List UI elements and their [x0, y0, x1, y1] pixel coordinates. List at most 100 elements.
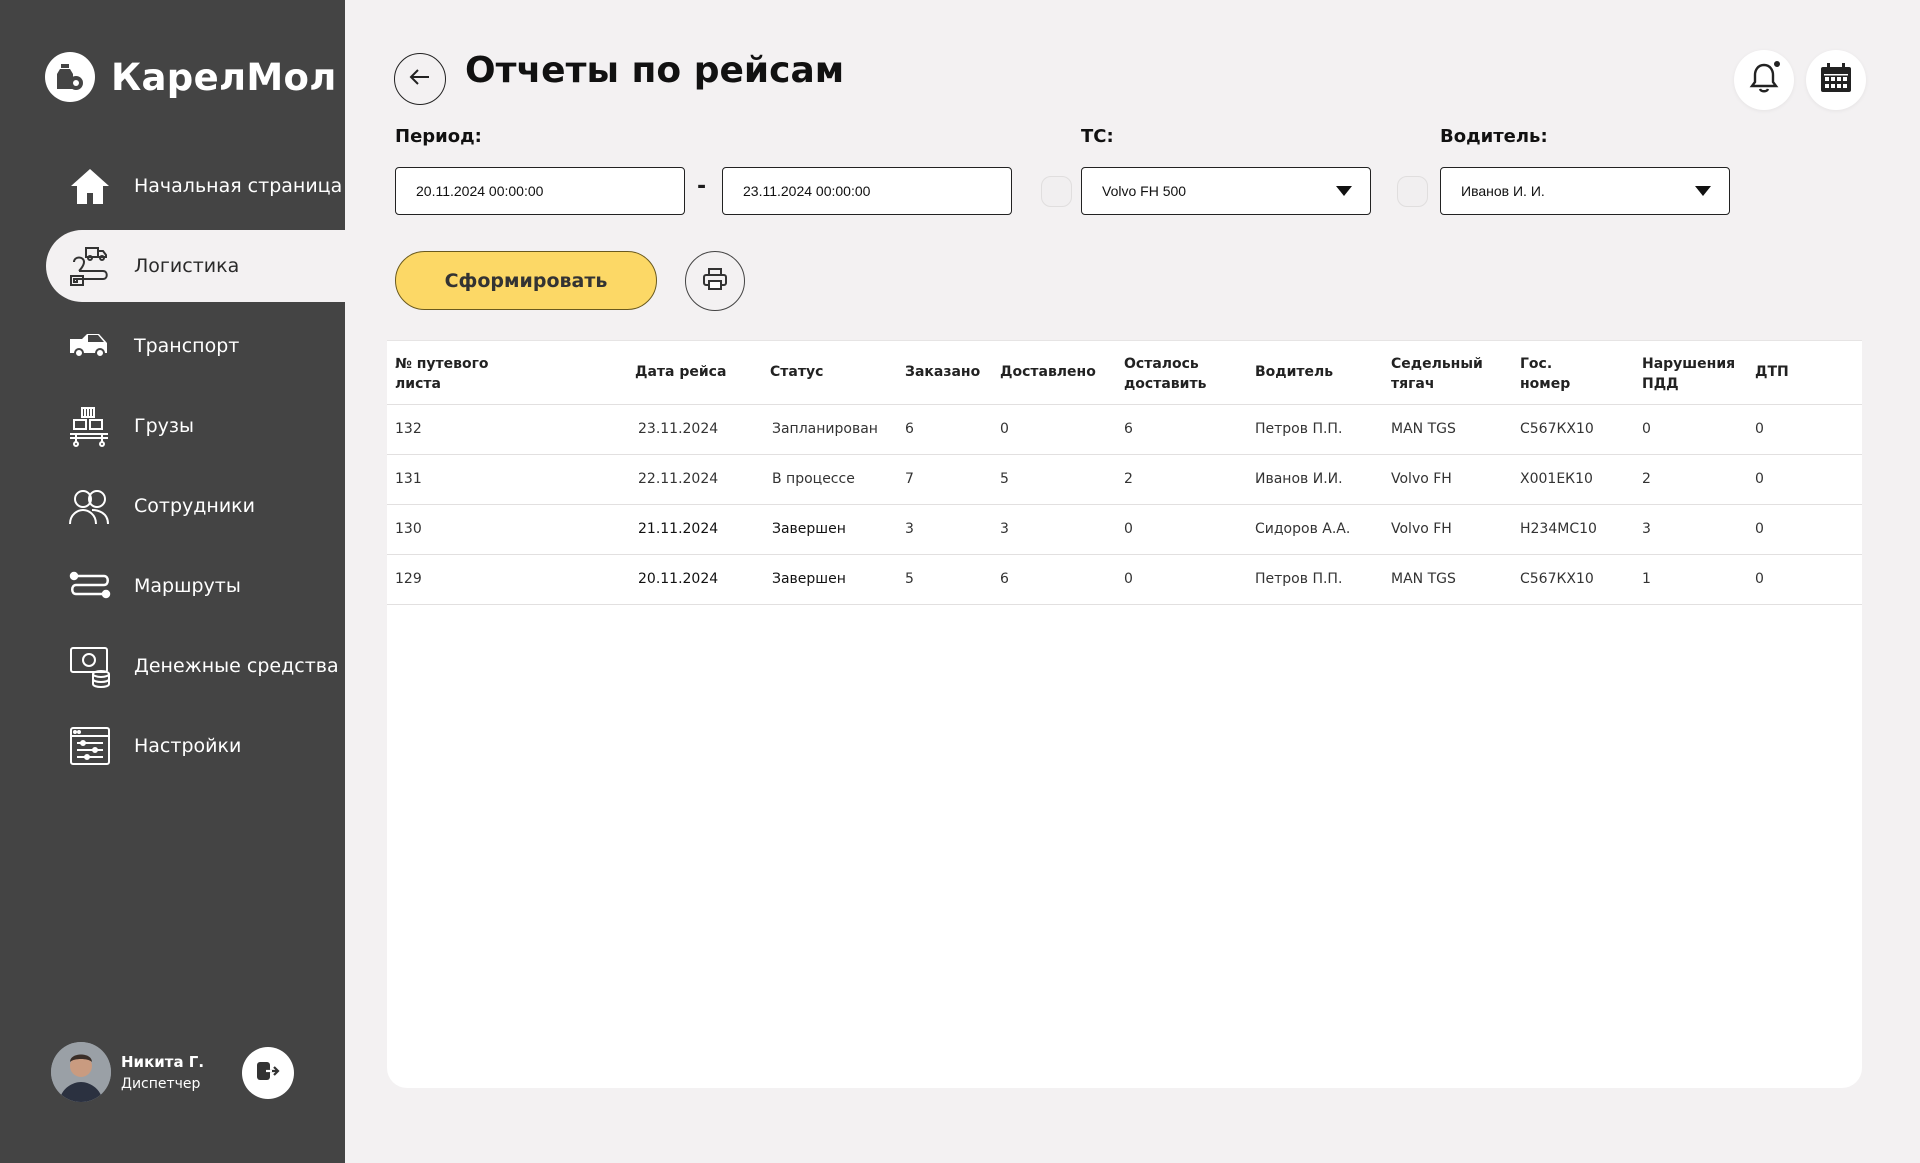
logistics-icon: [68, 244, 112, 288]
driver-label: Водитель:: [1440, 126, 1548, 147]
sidebar-item-label: Денежные средства: [134, 655, 339, 677]
cell-delivered: 6: [1000, 571, 1009, 587]
cell-ordered: 7: [905, 471, 914, 487]
cell-plate-number: С567КХ10: [1520, 571, 1594, 587]
page-title: Отчеты по рейсам: [465, 50, 845, 91]
sidebar-item-label: Грузы: [134, 415, 194, 437]
column-header-delivered[interactable]: Доставлено: [1000, 362, 1096, 382]
cell-tractor: Volvo FH: [1391, 471, 1452, 487]
column-header-traffic-violations[interactable]: Нарушения ПДД: [1642, 354, 1735, 394]
cell-status: В процессе: [772, 471, 855, 487]
sidebar-item-label: Настройки: [134, 735, 242, 757]
cell-accidents: 0: [1755, 571, 1764, 587]
cell-plate-number: Х001ЕК10: [1520, 471, 1593, 487]
driver-filter-checkbox[interactable]: [1397, 176, 1428, 207]
sidebar: КарелМол Начальная страница Логистика Тр…: [0, 0, 345, 1163]
cell-remaining: 0: [1124, 571, 1133, 587]
sidebar-item-label: Логистика: [134, 255, 240, 277]
cell-waybill-number: 132: [395, 421, 422, 437]
column-header-ordered[interactable]: Заказано: [905, 362, 980, 382]
cell-accidents: 0: [1755, 421, 1764, 437]
sidebar-item-cargo[interactable]: Грузы: [46, 390, 345, 462]
vehicle-label: ТС:: [1081, 126, 1114, 147]
logout-icon: [255, 1058, 281, 1088]
table-row[interactable]: 132 23.11.2024 Запланирован 6 0 6 Петров П.П. M…: [387, 405, 1862, 455]
vehicle-select-value: Volvo FH 500: [1102, 183, 1187, 199]
column-header-remaining[interactable]: Осталось доставить: [1124, 354, 1206, 394]
back-button[interactable]: [394, 53, 446, 105]
sidebar-item-routes[interactable]: Маршруты: [46, 550, 345, 622]
column-header-status[interactable]: Статус: [770, 362, 823, 382]
column-header-driver[interactable]: Водитель: [1255, 362, 1333, 382]
user-profile[interactable]: Никита Г. Диспетчер: [51, 1042, 204, 1102]
cell-trip-date: 23.11.2024: [638, 421, 719, 437]
table-row[interactable]: 129 20.11.2024 Завершен 5 6 0 Петров П.П. MAN T…: [387, 555, 1862, 605]
sidebar-item-label: Начальная страница: [134, 175, 343, 197]
routes-icon: [68, 564, 112, 608]
truck-icon: [68, 324, 112, 368]
sidebar-item-money[interactable]: Денежные средства: [46, 630, 345, 702]
cell-waybill-number: 131: [395, 471, 422, 487]
period-label: Период:: [395, 126, 482, 147]
cell-remaining: 0: [1124, 521, 1133, 537]
period-separator: -: [697, 174, 707, 199]
cargo-icon: [68, 404, 112, 448]
column-header-plate-number[interactable]: Гос. номер: [1520, 354, 1570, 394]
driver-select-value: Иванов И. И.: [1461, 183, 1545, 199]
chevron-down-icon: [1336, 186, 1352, 196]
sidebar-item-logistics[interactable]: Логистика: [46, 230, 345, 302]
calendar-button[interactable]: [1806, 50, 1866, 110]
cell-driver: Петров П.П.: [1255, 571, 1343, 587]
chevron-down-icon: [1695, 186, 1711, 196]
sidebar-item-settings[interactable]: Настройки: [46, 710, 345, 782]
logout-button[interactable]: [242, 1047, 294, 1099]
cell-trip-date: 22.11.2024: [638, 471, 719, 487]
cell-traffic-violations: 1: [1642, 571, 1651, 587]
period-from-input[interactable]: 20.11.2024 00:00:00: [395, 167, 685, 215]
cell-plate-number: Н234МС10: [1520, 521, 1597, 537]
sidebar-item-employees[interactable]: Сотрудники: [46, 470, 345, 542]
vehicle-filter-checkbox[interactable]: [1041, 176, 1072, 207]
vehicle-select[interactable]: Volvo FH 500: [1081, 167, 1371, 215]
cell-remaining: 6: [1124, 421, 1133, 437]
cell-tractor: MAN TGS: [1391, 571, 1456, 587]
cell-status: Завершен: [772, 521, 846, 537]
brand-name: КарелМол: [111, 55, 337, 99]
cell-traffic-violations: 3: [1642, 521, 1651, 537]
arrow-left-icon: [409, 68, 431, 90]
employees-icon: [68, 484, 112, 528]
column-header-waybill-number[interactable]: № путевого листа: [395, 354, 489, 394]
cell-driver: Иванов И.И.: [1255, 471, 1343, 487]
sidebar-item-label: Сотрудники: [134, 495, 255, 517]
sidebar-item-transport[interactable]: Транспорт: [46, 310, 345, 382]
cell-ordered: 3: [905, 521, 914, 537]
notifications-button[interactable]: [1734, 50, 1794, 110]
table-row[interactable]: 130 21.11.2024 Завершен 3 3 0 Сидоров А.А. Volv…: [387, 505, 1862, 555]
column-header-tractor[interactable]: Седельный тягач: [1391, 354, 1483, 394]
cell-accidents: 0: [1755, 521, 1764, 537]
column-header-accidents[interactable]: ДТП: [1755, 362, 1789, 382]
user-role: Диспетчер: [121, 1075, 201, 1092]
sidebar-item-label: Транспорт: [134, 335, 240, 357]
user-name: Никита Г.: [121, 1052, 205, 1071]
table-header: № путевого листа Дата рейса Статус Заказано…: [387, 340, 1862, 405]
cell-trip-date: 21.11.2024: [638, 521, 719, 537]
cell-tractor: Volvo FH: [1391, 521, 1452, 537]
notification-dot: [1773, 60, 1781, 68]
driver-select[interactable]: Иванов И. И.: [1440, 167, 1730, 215]
cell-traffic-violations: 0: [1642, 421, 1651, 437]
settings-icon: [68, 724, 112, 768]
sidebar-item-home[interactable]: Начальная страница: [46, 150, 345, 222]
cell-delivered: 5: [1000, 471, 1009, 487]
cell-traffic-violations: 2: [1642, 471, 1651, 487]
generate-button[interactable]: Сформировать: [395, 251, 657, 310]
column-header-trip-date[interactable]: Дата рейса: [635, 362, 726, 382]
cell-status: Запланирован: [772, 421, 878, 437]
print-button[interactable]: [685, 251, 745, 311]
cell-waybill-number: 129: [395, 571, 422, 587]
brand-logo[interactable]: КарелМол: [45, 52, 337, 102]
period-to-input[interactable]: 23.11.2024 00:00:00: [722, 167, 1012, 215]
trips-report-table: № путевого листа Дата рейса Статус Заказано…: [387, 340, 1862, 1088]
table-row[interactable]: 131 22.11.2024 В процессе 7 5 2 Иванов И.И. Vol…: [387, 455, 1862, 505]
cell-remaining: 2: [1124, 471, 1133, 487]
